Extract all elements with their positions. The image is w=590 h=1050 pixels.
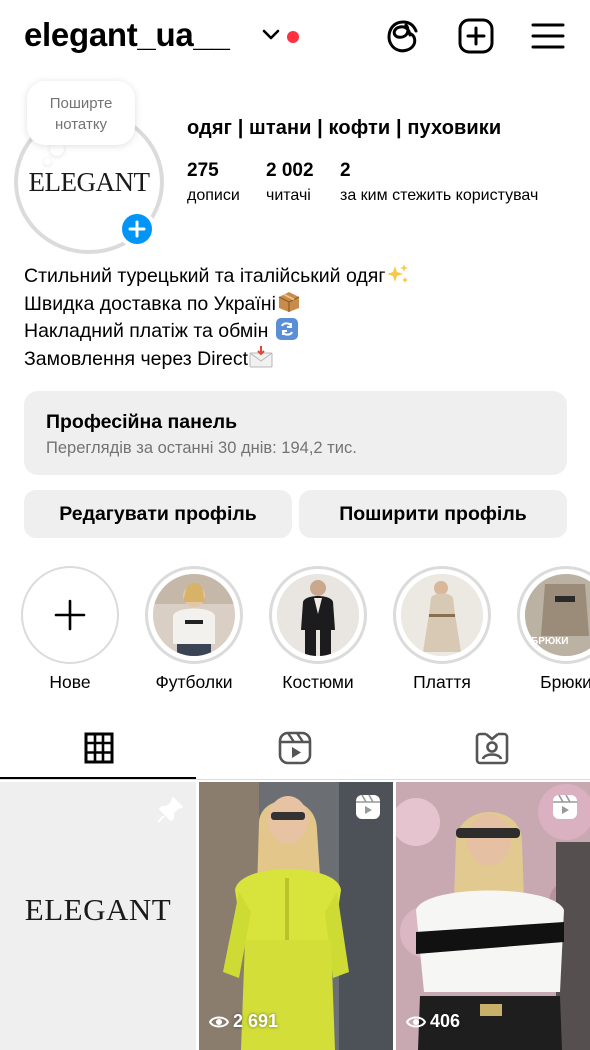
- edit-profile-button[interactable]: Редагувати профіль: [24, 490, 292, 538]
- stat-value: 275: [187, 160, 219, 181]
- stat-label: дописи: [187, 187, 240, 204]
- highlight-label: Плаття: [413, 672, 471, 692]
- tagged-icon[interactable]: [475, 731, 509, 770]
- profile-bio: Стильний турецький та італійський одяг Ш…: [24, 263, 410, 373]
- highlight-label: Нове: [49, 672, 91, 692]
- highlight-dresses[interactable]: Плаття: [393, 566, 491, 693]
- avatar-logo-text: ELEGANT: [28, 166, 150, 197]
- highlight-suits[interactable]: Костюми: [269, 566, 367, 693]
- highlight-new[interactable]: Нове: [21, 566, 119, 693]
- profile-tabs: [0, 720, 590, 780]
- top-bar: elegant_ua__: [0, 0, 590, 76]
- bio-text: Накладний платіж та обмін: [24, 320, 274, 342]
- package-icon: [278, 291, 300, 312]
- view-count-value: 2 691: [233, 1011, 279, 1031]
- stat-label: читачі: [266, 187, 311, 204]
- eye-icon: [209, 1016, 229, 1027]
- bio-line: Швидка доставка по Україні: [24, 291, 410, 319]
- share-profile-button[interactable]: Поширити профіль: [299, 490, 567, 538]
- highlight-cover-image: [401, 574, 483, 656]
- bio-text: Швидка доставка по Україні: [24, 292, 276, 315]
- notification-dot: [287, 31, 299, 43]
- highlight-ring: [269, 566, 367, 664]
- reel-badge-icon: [552, 794, 578, 825]
- highlight-tshirts[interactable]: Футболки: [145, 566, 243, 693]
- add-story-button[interactable]: [118, 210, 156, 248]
- highlight-cover-text: брюки: [531, 636, 569, 647]
- stat-label: за ким стежить користувач: [340, 187, 539, 204]
- bio-text: Стильний турецький та італійський одяг: [24, 265, 386, 287]
- account-switcher-username[interactable]: elegant_ua__: [24, 16, 230, 54]
- highlight-cover-image: [153, 574, 235, 656]
- profile-category: одяг | штани | кофти | пуховики: [187, 117, 502, 139]
- view-count: 406: [406, 1011, 460, 1032]
- sparkles-icon: [387, 264, 409, 283]
- plus-icon: [128, 220, 146, 238]
- highlight-label: Брюки: [540, 672, 590, 692]
- highlight-cover-image: брюки: [525, 574, 590, 656]
- grid-icon[interactable]: [84, 732, 114, 769]
- highlight-cover-image: [277, 574, 359, 656]
- note-prompt: Поширте нотатку: [49, 95, 113, 133]
- highlight-label: Костюми: [282, 672, 354, 692]
- bio-text: Замовлення через Direct: [24, 347, 249, 370]
- post-thumbnail-reel[interactable]: 406: [396, 782, 590, 1050]
- stat-posts[interactable]: 275 дописи: [187, 160, 240, 205]
- highlight-trousers[interactable]: брюки Брюки: [517, 566, 590, 693]
- share-note-bubble[interactable]: Поширте нотатку: [27, 81, 135, 145]
- bio-line: Стильний турецький та італійський одяг: [24, 263, 410, 291]
- view-count: 2 691: [209, 1011, 278, 1032]
- plus-icon: [54, 599, 86, 631]
- create-post-icon[interactable]: [458, 18, 494, 59]
- highlight-ring: [145, 566, 243, 664]
- note-bubble-tail-small: [44, 158, 51, 165]
- pin-icon: [156, 796, 184, 829]
- professional-dashboard-card[interactable]: Професійна панель Переглядів за останні …: [24, 391, 567, 475]
- threads-icon[interactable]: [386, 18, 420, 61]
- stat-following[interactable]: 2 за ким стежить користувач: [340, 160, 538, 205]
- tabs-divider: [0, 779, 590, 780]
- bio-line: Накладний платіж та обмін: [24, 318, 410, 346]
- highlight-ring: брюки: [517, 566, 590, 664]
- stat-followers[interactable]: 2 002 читачі: [266, 160, 314, 205]
- highlight-ring: [393, 566, 491, 664]
- pro-panel-title: Професійна панель: [46, 411, 238, 433]
- stat-value: 2: [340, 160, 351, 181]
- view-count-value: 406: [430, 1011, 461, 1031]
- reels-icon[interactable]: [278, 731, 312, 770]
- post-thumbnail-pinned[interactable]: ELEGANT: [0, 782, 196, 1050]
- envelope-arrow-icon: [249, 345, 273, 367]
- reel-badge-icon: [355, 794, 381, 825]
- eye-icon: [406, 1016, 426, 1027]
- pro-panel-subtitle: Переглядів за останні 30 днів: 194,2 тис…: [46, 439, 357, 457]
- post-cover-text: ELEGANT: [24, 892, 172, 927]
- stat-value: 2 002: [266, 160, 314, 181]
- highlight-label: Футболки: [155, 672, 233, 692]
- chevron-down-icon[interactable]: [262, 28, 280, 46]
- new-highlight-circle: [21, 566, 119, 664]
- arrows-cycle-icon: [275, 318, 298, 340]
- bio-line: Замовлення через Direct: [24, 345, 410, 374]
- menu-icon[interactable]: [531, 22, 565, 55]
- post-thumbnail-reel[interactable]: 2 691: [199, 782, 393, 1050]
